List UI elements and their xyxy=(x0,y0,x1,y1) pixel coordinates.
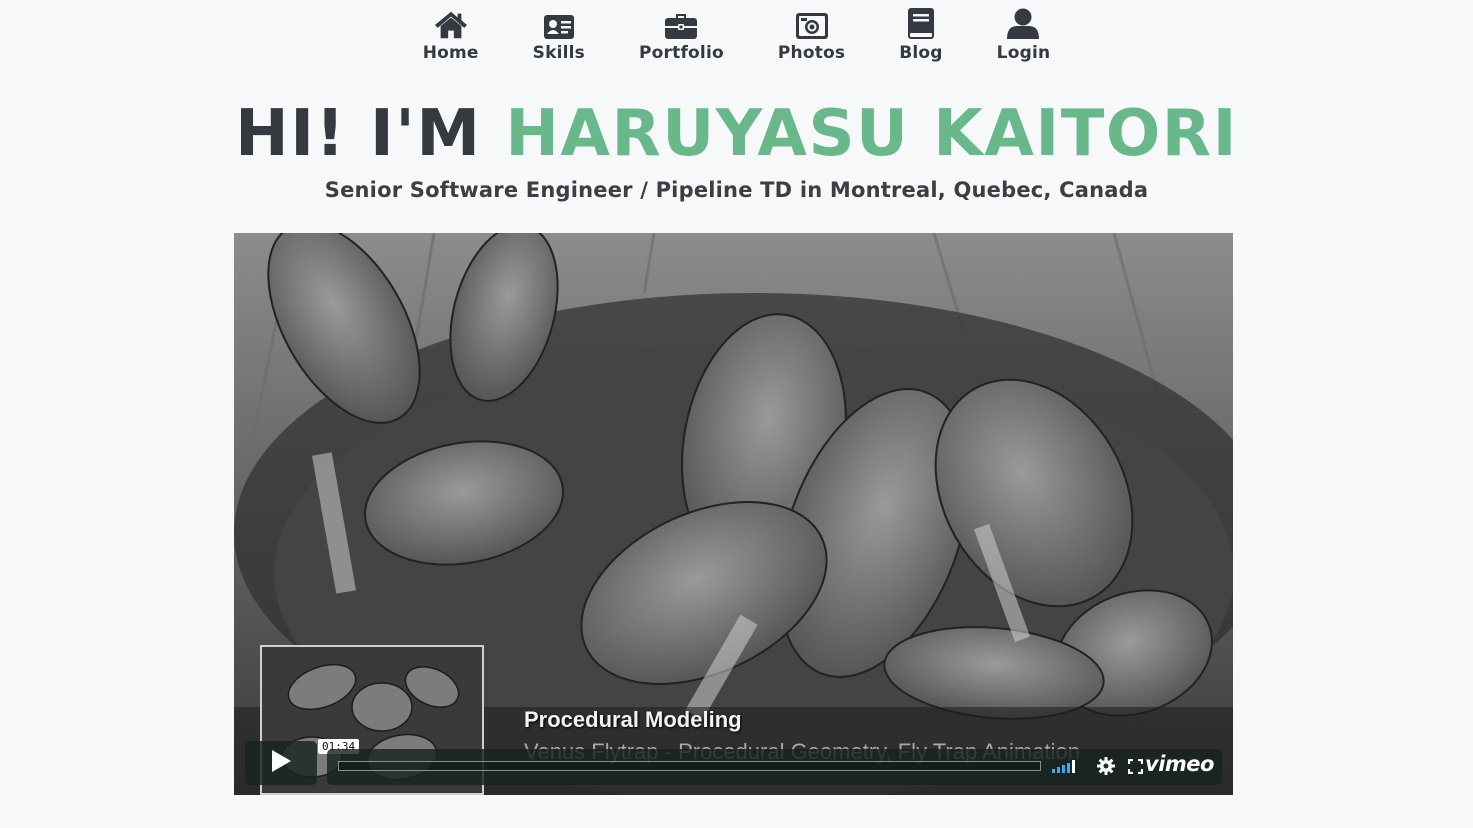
progress-bar[interactable] xyxy=(338,761,1041,771)
nav-portfolio-label: Portfolio xyxy=(639,43,724,63)
volume-icon[interactable] xyxy=(1052,758,1080,778)
nav-login[interactable]: Login xyxy=(970,6,1051,63)
camera-icon xyxy=(795,6,829,40)
nav-blog-label: Blog xyxy=(899,43,943,63)
nav-photos-label: Photos xyxy=(777,43,846,63)
id-card-icon xyxy=(542,6,576,40)
main-nav: Home Skills Portfolio Photos Blog Login xyxy=(0,6,1473,63)
home-icon xyxy=(434,6,468,40)
vimeo-logo[interactable]: vimeo xyxy=(1145,752,1214,776)
video-title-card: Procedural Modeling xyxy=(524,707,742,732)
video-player[interactable]: Procedural Modeling Venus Flytrap - Proc… xyxy=(234,233,1233,795)
user-icon xyxy=(1006,6,1040,40)
page-title: HI! I'M HARUYASU KAITORI xyxy=(0,98,1473,170)
settings-gear-icon[interactable] xyxy=(1097,757,1115,779)
hero-greeting: HI! I'M xyxy=(235,97,482,171)
nav-portfolio[interactable]: Portfolio xyxy=(612,6,751,63)
nav-home-label: Home xyxy=(422,43,479,63)
nav-home[interactable]: Home xyxy=(423,6,506,63)
play-button[interactable] xyxy=(245,741,317,785)
briefcase-icon xyxy=(664,6,698,40)
hero-name: HARUYASU KAITORI xyxy=(505,97,1238,171)
fullscreen-icon[interactable] xyxy=(1127,758,1144,778)
hero-subtitle: Senior Software Engineer / Pipeline TD i… xyxy=(324,178,1149,202)
nav-login-label: Login xyxy=(996,43,1051,63)
book-icon xyxy=(904,6,938,40)
nav-photos[interactable]: Photos xyxy=(751,6,872,63)
nav-skills-label: Skills xyxy=(532,43,585,63)
play-icon xyxy=(270,749,292,777)
nav-blog[interactable]: Blog xyxy=(872,6,969,63)
nav-skills[interactable]: Skills xyxy=(506,6,612,63)
player-controls: vimeo xyxy=(327,749,1222,785)
